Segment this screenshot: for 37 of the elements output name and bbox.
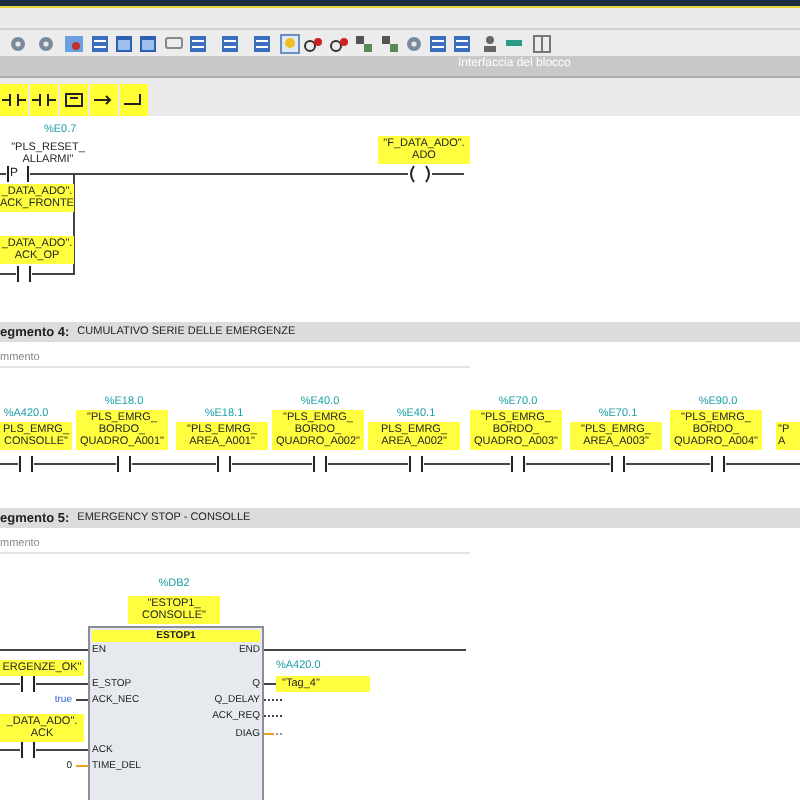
contact-symbol	[116, 454, 132, 474]
box-icon	[64, 92, 84, 108]
contact-symbol	[16, 264, 32, 284]
list-icon[interactable]	[220, 34, 240, 54]
contact-button[interactable]	[0, 84, 28, 116]
contact-symbol	[18, 454, 34, 474]
network-icon[interactable]	[354, 34, 374, 54]
list-icon[interactable]	[90, 34, 110, 54]
contact-symbol	[408, 454, 424, 474]
contact-symbol	[216, 454, 232, 474]
gear-icon[interactable]	[404, 34, 424, 54]
list-icon[interactable]	[452, 34, 472, 54]
panel-icon[interactable]	[532, 34, 552, 54]
contact-symbol	[510, 454, 526, 474]
network-icon[interactable]	[380, 34, 400, 54]
comment-icon[interactable]	[164, 34, 184, 54]
box-button[interactable]	[60, 84, 88, 116]
link-icon[interactable]	[330, 34, 350, 54]
branch-icon	[124, 92, 144, 108]
link-icon[interactable]	[304, 34, 324, 54]
branch-button[interactable]	[120, 84, 148, 116]
contact-button[interactable]	[30, 84, 58, 116]
branch-button[interactable]	[90, 84, 118, 116]
contact-symbol	[312, 454, 328, 474]
arrow-icon	[94, 92, 114, 108]
contact-icon	[32, 92, 56, 108]
contact-symbol	[20, 740, 36, 760]
list-icon[interactable]	[188, 34, 208, 54]
contact-symbol	[20, 674, 36, 694]
coil-symbol	[408, 164, 432, 184]
contact-symbol	[610, 454, 626, 474]
person-icon[interactable]	[480, 34, 500, 54]
contact-icon	[2, 92, 26, 108]
list-icon[interactable]	[428, 34, 448, 54]
contact-symbol	[6, 164, 30, 184]
list-icon[interactable]	[252, 34, 272, 54]
contact-symbol	[710, 454, 726, 474]
